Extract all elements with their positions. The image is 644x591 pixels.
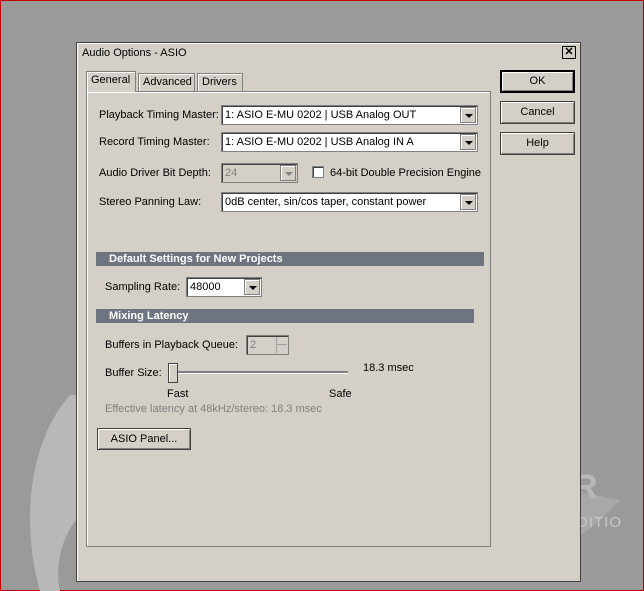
- record-timing-master-label: Record Timing Master:: [99, 136, 210, 148]
- sampling-rate-select[interactable]: 48000: [186, 277, 262, 297]
- playback-timing-master-value: 1: ASIO E-MU 0202 | USB Analog OUT: [225, 109, 417, 121]
- panning-law-value: 0dB center, sin/cos taper, constant powe…: [225, 196, 427, 208]
- double-precision-checkbox[interactable]: [312, 166, 324, 178]
- slider-safe-label: Safe: [329, 388, 352, 400]
- default-settings-heading: Default Settings for New Projects: [96, 252, 484, 266]
- record-timing-master-value: 1: ASIO E-MU 0202 | USB Analog IN A: [225, 136, 414, 148]
- dialog-titlebar[interactable]: Audio Options - ASIO ✕: [78, 44, 579, 62]
- double-precision-label[interactable]: 64-bit Double Precision Engine: [330, 167, 481, 179]
- bit-depth-value: 24: [225, 167, 238, 179]
- effective-latency-text: Effective latency at 48kHz/stereo: 18.3 …: [105, 403, 322, 415]
- panning-law-label: Stereo Panning Law:: [99, 196, 202, 208]
- tab-advanced[interactable]: Advanced: [138, 73, 195, 91]
- playback-timing-master-select[interactable]: 1: ASIO E-MU 0202 | USB Analog OUT: [221, 105, 478, 125]
- dialog-title: Audio Options - ASIO: [82, 47, 187, 59]
- sampling-rate-value: 48000: [190, 281, 221, 293]
- close-button[interactable]: ✕: [562, 46, 576, 59]
- panning-law-select[interactable]: 0dB center, sin/cos taper, constant powe…: [221, 192, 478, 212]
- asio-panel-button[interactable]: ASIO Panel...: [97, 428, 191, 450]
- ok-button[interactable]: OK: [500, 70, 575, 93]
- general-tab-panel: Playback Timing Master: 1: ASIO E-MU 020…: [86, 91, 491, 547]
- mixing-latency-heading: Mixing Latency: [96, 309, 474, 323]
- chevron-down-icon[interactable]: [460, 194, 476, 210]
- bit-depth-label: Audio Driver Bit Depth:: [99, 167, 211, 179]
- help-button[interactable]: Help: [500, 132, 575, 155]
- close-icon: ✕: [564, 46, 574, 58]
- chevron-down-icon[interactable]: [460, 107, 476, 123]
- buffer-size-readout: 18.3 msec: [363, 362, 414, 374]
- buffer-size-slider-thumb[interactable]: [168, 363, 178, 383]
- sampling-rate-label: Sampling Rate:: [105, 281, 181, 293]
- slider-fast-label: Fast: [167, 388, 189, 400]
- buffers-queue-spinner[interactable]: 2: [246, 335, 289, 355]
- buffer-size-label: Buffer Size:: [105, 367, 162, 379]
- buffer-size-slider-track[interactable]: [168, 371, 348, 374]
- cancel-button[interactable]: Cancel: [500, 101, 575, 124]
- audio-options-dialog: Audio Options - ASIO ✕ General Advanced …: [76, 42, 581, 582]
- tab-general[interactable]: General: [86, 71, 136, 92]
- buffers-queue-value: 2: [250, 339, 257, 351]
- record-timing-master-select[interactable]: 1: ASIO E-MU 0202 | USB Analog IN A: [221, 132, 478, 152]
- spinner-arrows-icon[interactable]: [276, 337, 287, 353]
- chevron-down-icon[interactable]: [280, 165, 296, 181]
- buffers-queue-label: Buffers in Playback Queue:: [105, 339, 239, 351]
- bit-depth-select[interactable]: 24: [221, 163, 298, 183]
- tab-drivers[interactable]: Drivers: [197, 73, 243, 91]
- chevron-down-icon[interactable]: [460, 134, 476, 150]
- chevron-down-icon[interactable]: [244, 279, 260, 295]
- playback-timing-master-label: Playback Timing Master:: [99, 109, 219, 121]
